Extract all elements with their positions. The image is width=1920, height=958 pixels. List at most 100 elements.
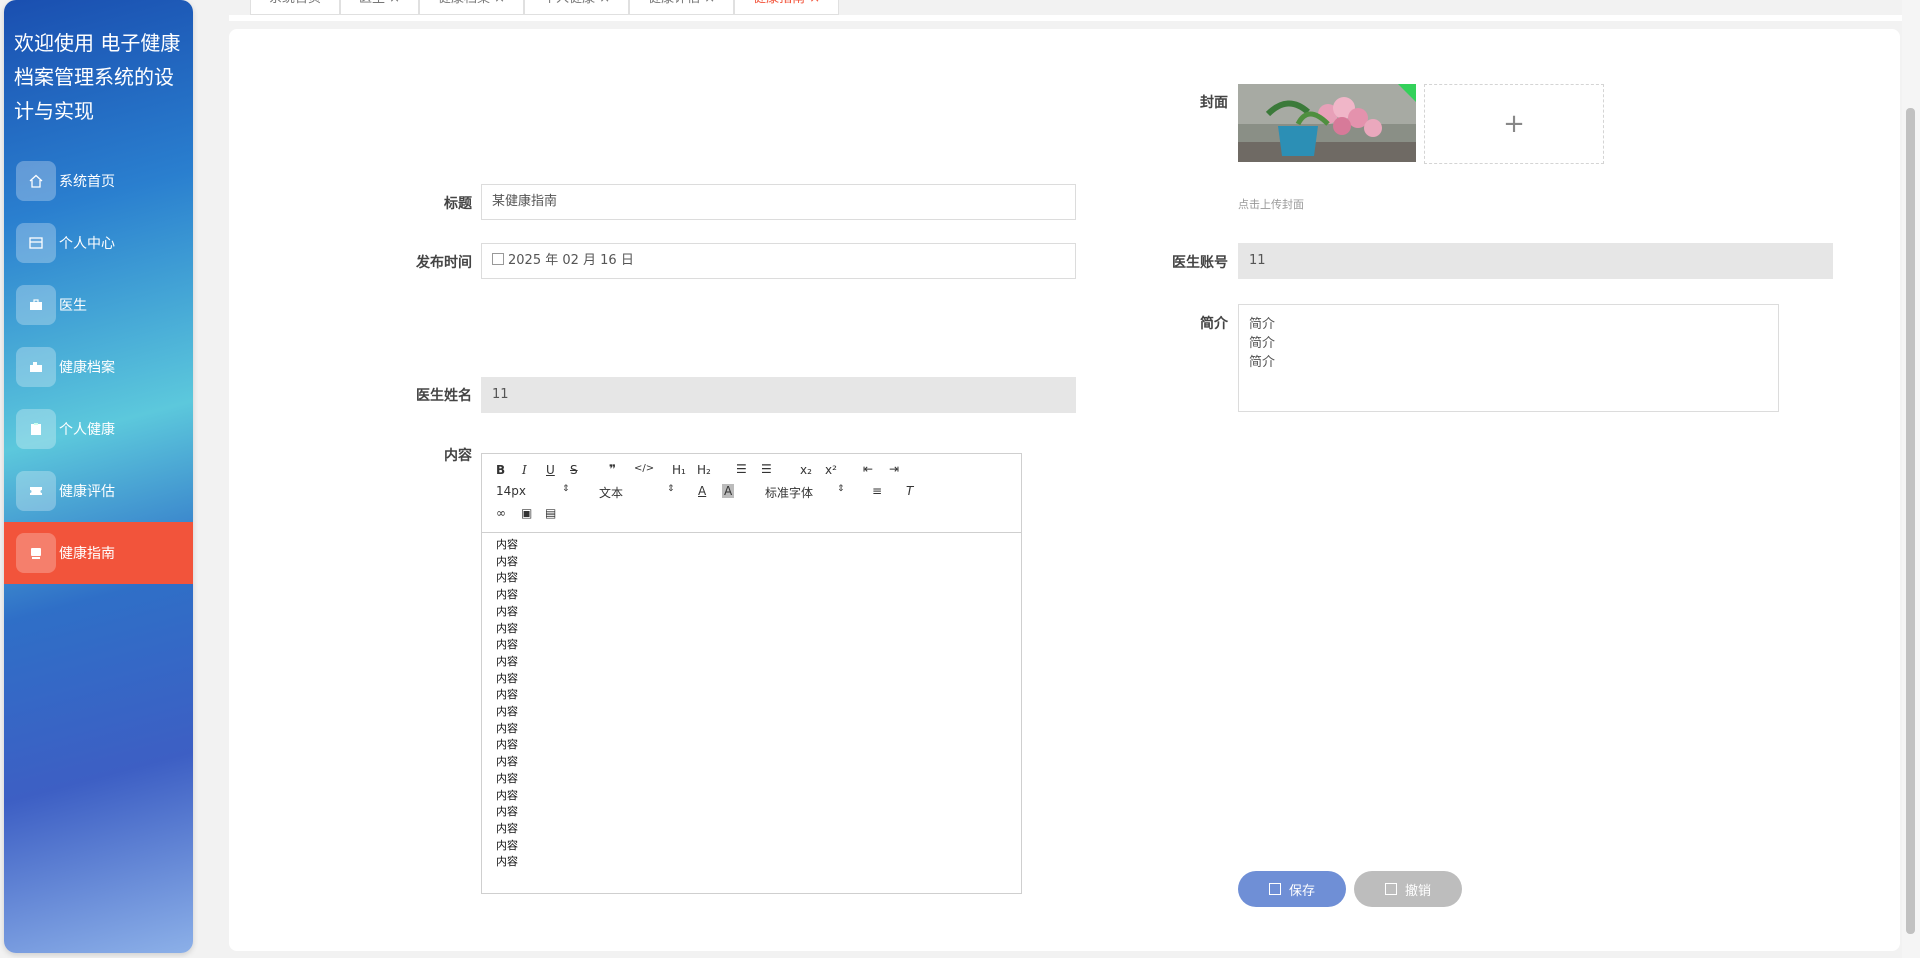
- h2-icon[interactable]: H₂: [697, 463, 711, 477]
- save-label: 保存: [1288, 883, 1315, 899]
- sidebar-item-home[interactable]: 系统首页: [4, 150, 193, 212]
- intro-textarea[interactable]: 简介 简介 简介: [1238, 304, 1779, 412]
- background-color-icon[interactable]: A: [722, 484, 735, 498]
- subscript-icon[interactable]: x₂: [800, 463, 812, 477]
- code-icon[interactable]: </>: [634, 463, 654, 474]
- folder-icon: [16, 347, 56, 387]
- cancel-label: 撤销: [1404, 883, 1431, 899]
- editor-content[interactable]: 内容 内容 内容 内容 内容 内容 内容 内容 内容 内容 内容 内容 内容 内容 内容 内容 内容 内容 内容 内容: [482, 533, 1021, 871]
- content-line: 内容: [496, 788, 518, 802]
- doctor-account-input: 11: [1238, 243, 1833, 279]
- page-scrollbar[interactable]: [1902, 0, 1920, 958]
- font-size-select[interactable]: 14px ⇕: [496, 484, 570, 498]
- save-button[interactable]: 保存: [1238, 871, 1346, 907]
- sidebar-item-personal-center[interactable]: 个人中心: [4, 212, 193, 274]
- intro-line: 简介: [1249, 336, 1276, 351]
- bullet-list-icon[interactable]: ☰: [761, 462, 772, 476]
- indent-decrease-icon[interactable]: ⇤: [863, 462, 873, 476]
- scrollbar-thumb[interactable]: [1906, 108, 1915, 934]
- indent-increase-icon[interactable]: ⇥: [889, 462, 899, 476]
- sidebar-item-doctor[interactable]: 医生: [4, 274, 193, 336]
- sidebar-item-label: 健康指南: [59, 546, 115, 562]
- content-line: 内容: [496, 654, 518, 668]
- home-icon: [16, 161, 56, 201]
- ticket-icon: [16, 471, 56, 511]
- cover-image[interactable]: [1238, 84, 1416, 162]
- title-label: 标题: [444, 196, 472, 212]
- content-line: 内容: [496, 738, 518, 752]
- video-icon[interactable]: ▤: [545, 506, 556, 520]
- sidebar-item-label: 个人中心: [59, 236, 115, 252]
- doctor-name-label: 医生姓名: [416, 388, 472, 404]
- form-card: 标题 某健康指南 发布时间 2025 年 02 月 16 日 医生姓名 11 内…: [229, 29, 1900, 951]
- doctor-name-input: 11: [481, 377, 1076, 413]
- select-arrows-icon: ⇕: [562, 484, 570, 494]
- cover-label: 封面: [1200, 95, 1228, 111]
- clear-format-icon[interactable]: T: [906, 484, 913, 498]
- sidebar-item-label: 医生: [59, 298, 87, 314]
- briefcase-icon: [16, 285, 56, 325]
- block-type-select[interactable]: 文本 ⇕: [599, 484, 675, 501]
- content-line: 内容: [496, 805, 518, 819]
- sidebar-item-label: 健康档案: [59, 360, 115, 376]
- tab-bar: 系统首页 医生 × 健康档案 × 个人健康 × 健康评估 × 健康指南 ×: [250, 0, 840, 16]
- tab-health-guide[interactable]: 健康指南 ×: [734, 0, 840, 15]
- content-line: 内容: [496, 588, 518, 602]
- publish-time-input[interactable]: 2025 年 02 月 16 日: [481, 243, 1076, 279]
- tab-doctor[interactable]: 医生 ×: [340, 0, 420, 15]
- content-line: 内容: [496, 838, 518, 852]
- cancel-icon: [1384, 883, 1397, 895]
- tab-health-record[interactable]: 健康档案 ×: [419, 0, 525, 15]
- link-icon[interactable]: ∞: [496, 506, 506, 520]
- superscript-icon[interactable]: x²: [825, 463, 837, 477]
- image-icon[interactable]: ▣: [521, 506, 532, 520]
- calendar-icon: [492, 253, 504, 265]
- tab-bar-divider: [229, 15, 1910, 21]
- content-line: 内容: [496, 604, 518, 618]
- intro-line: 简介: [1249, 355, 1276, 370]
- content-line: 内容: [496, 705, 518, 719]
- font-family-select[interactable]: 标准字体 ⇕: [765, 484, 845, 501]
- tab-home[interactable]: 系统首页: [250, 0, 341, 15]
- content-line: 内容: [496, 721, 518, 735]
- bold-icon[interactable]: B: [496, 463, 505, 477]
- sidebar: 欢迎使用 电子健康档案管理系统的设计与实现 系统首页 个人中心 医生 健康档案: [4, 0, 193, 953]
- font-color-icon[interactable]: A: [698, 484, 706, 498]
- sidebar-item-health-guide[interactable]: 健康指南: [4, 522, 193, 584]
- align-icon[interactable]: ≡: [872, 484, 882, 498]
- content-line: 内容: [496, 538, 518, 551]
- sidebar-item-label: 系统首页: [59, 174, 115, 190]
- app-title: 欢迎使用 电子健康档案管理系统的设计与实现: [14, 31, 181, 123]
- content-line: 内容: [496, 688, 518, 702]
- publish-time-value: 2025 年 02 月 16 日: [508, 253, 634, 268]
- intro-line: 简介: [1249, 317, 1276, 332]
- ordered-list-icon[interactable]: ☰: [736, 462, 747, 476]
- rich-text-editor: B I U S ❞ </> H₁ H₂ ☰ ☰ x₂ x² ⇤ ⇥ 14px ⇕ …: [481, 453, 1022, 894]
- upload-cover-button[interactable]: +: [1424, 84, 1604, 164]
- tab-personal-health[interactable]: 个人健康 ×: [524, 0, 630, 15]
- h1-icon[interactable]: H₁: [672, 463, 686, 477]
- editor-toolbar: B I U S ❞ </> H₁ H₂ ☰ ☰ x₂ x² ⇤ ⇥ 14px ⇕ …: [482, 454, 1021, 533]
- sidebar-item-health-record[interactable]: 健康档案: [4, 336, 193, 398]
- underline-icon[interactable]: U: [546, 463, 555, 477]
- title-input[interactable]: 某健康指南: [481, 184, 1076, 220]
- sidebar-item-health-assessment[interactable]: 健康评估: [4, 460, 193, 522]
- sidebar-item-label: 健康评估: [59, 484, 115, 500]
- cancel-button[interactable]: 撤销: [1354, 871, 1462, 907]
- content-line: 内容: [496, 571, 518, 585]
- book-icon: [16, 533, 56, 573]
- content-line: 内容: [496, 638, 518, 652]
- card-icon: [16, 223, 56, 263]
- content-line: 内容: [496, 554, 518, 568]
- strike-icon[interactable]: S: [570, 463, 578, 477]
- sidebar-item-personal-health[interactable]: 个人健康: [4, 398, 193, 460]
- cover-hint: 点击上传封面: [1238, 198, 1304, 211]
- tab-health-assessment[interactable]: 健康评估 ×: [629, 0, 735, 15]
- sidebar-item-label: 个人健康: [59, 422, 115, 438]
- intro-label: 简介: [1200, 316, 1228, 332]
- italic-icon[interactable]: I: [522, 463, 527, 477]
- content-line: 内容: [496, 771, 518, 785]
- clipboard-icon: [16, 409, 56, 449]
- content-line: 内容: [496, 755, 518, 769]
- quote-icon[interactable]: ❞: [609, 462, 616, 476]
